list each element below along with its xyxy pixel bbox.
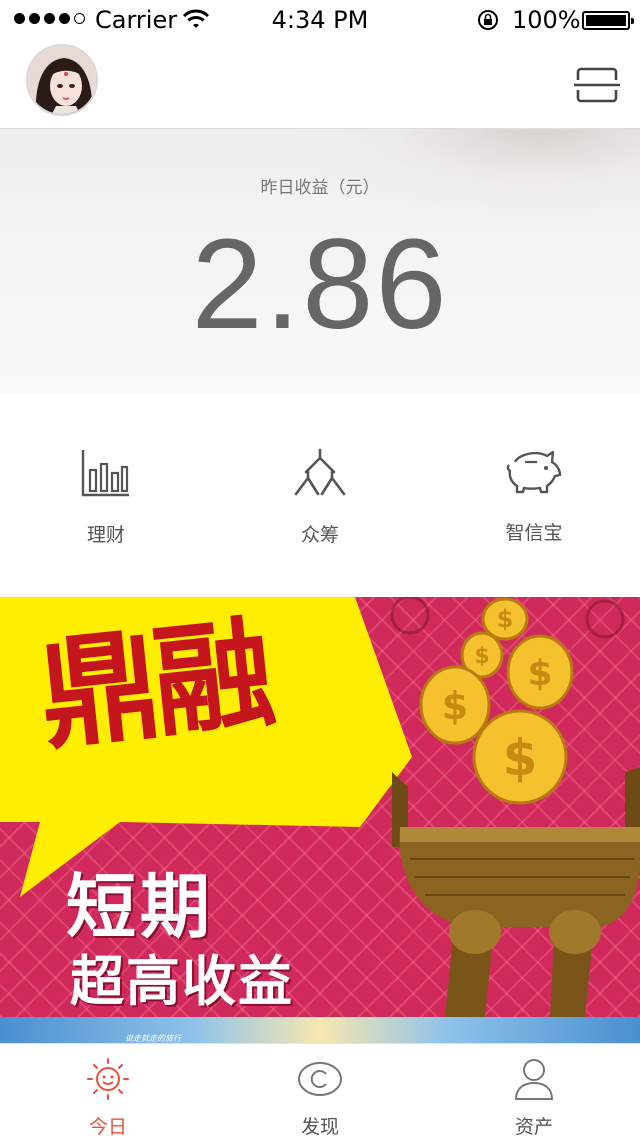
banner-next-slide[interactable]: 说走就走的旅行	[0, 1017, 640, 1043]
scan-icon[interactable]	[574, 66, 620, 104]
user-avatar[interactable]	[26, 44, 98, 116]
crowd-icon	[294, 448, 346, 496]
battery-icon	[582, 11, 634, 30]
rotation-lock-icon	[476, 8, 500, 38]
earnings-panel[interactable]: 昨日收益（元） 2.86	[0, 129, 640, 394]
svg-text:$: $	[442, 684, 468, 728]
status-bar: Carrier 4:34 PM 100%	[0, 0, 640, 40]
person-icon	[514, 1059, 554, 1100]
earnings-label: 昨日收益（元）	[260, 178, 380, 198]
tab-assets[interactable]: 资产	[474, 1056, 594, 1136]
tab-label-assets: 资产	[514, 1116, 553, 1136]
copyright-icon	[298, 1062, 342, 1096]
earnings-value: 2.86	[191, 213, 449, 356]
menu-item-zhixinbao[interactable]: 智信宝	[464, 448, 604, 545]
tab-discover[interactable]: 发现	[260, 1056, 380, 1136]
svg-text:$: $	[503, 729, 538, 787]
menu-label-crowdfunding: 众筹	[300, 524, 339, 546]
menu-label-finance: 理财	[86, 524, 125, 546]
quick-menu: 理财 众筹 智信宝	[0, 394, 640, 597]
top-header	[0, 40, 640, 129]
battery-percentage: 100%	[512, 6, 581, 34]
menu-label-zhixinbao: 智信宝	[505, 522, 563, 544]
tab-today[interactable]: 今日	[48, 1056, 168, 1136]
tab-label-discover: 发现	[300, 1116, 339, 1136]
promo-banner[interactable]: $ $ $ $ $ 鼎融 短期 超高收益	[0, 597, 640, 1017]
menu-item-finance[interactable]: 理财	[36, 448, 176, 547]
banner-title: 鼎融	[33, 602, 275, 767]
tab-bar: 今日 发现 资产	[0, 1043, 640, 1136]
banner-subheadline: 超高收益	[70, 950, 294, 1013]
piggy-bank-icon	[506, 450, 562, 494]
sun-icon	[87, 1058, 129, 1100]
svg-text:$: $	[474, 644, 489, 669]
bar-chart-icon	[81, 450, 129, 497]
svg-text:$: $	[527, 653, 552, 694]
banner-headline: 短期	[66, 866, 214, 948]
tab-label-today: 今日	[88, 1116, 127, 1136]
menu-item-crowdfunding[interactable]: 众筹	[250, 448, 390, 547]
svg-text:$: $	[497, 605, 514, 633]
